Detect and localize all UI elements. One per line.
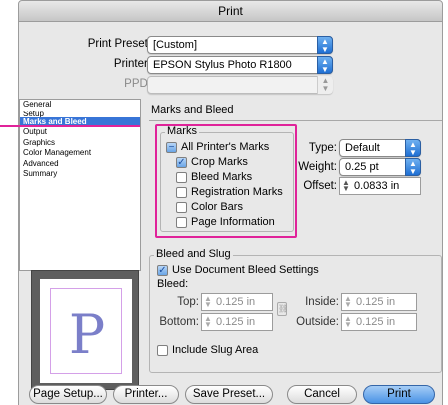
- popup-arrows-icon: ▲ ▼: [405, 139, 421, 157]
- print-button[interactable]: Print: [363, 385, 435, 404]
- window-title: Print: [18, 0, 443, 22]
- print-dialog: Print Preset: [Custom] ▲ ▼ Printer: EPSON…: [18, 22, 443, 405]
- preview-trim-box: P: [50, 288, 122, 374]
- print-preset-value: [Custom]: [153, 39, 198, 51]
- callout-line: [0, 125, 140, 127]
- sidebar-item-summary[interactable]: Summary: [20, 169, 140, 180]
- ppd-popup[interactable]: ▲ ▼: [147, 76, 333, 94]
- sidebar-item-output[interactable]: Output: [20, 127, 140, 138]
- weight-value: 0.25 pt: [345, 161, 379, 173]
- include-slug-label: Include Slug Area: [172, 344, 259, 356]
- offset-field[interactable]: ▲ ▼ 0.0833 in: [339, 177, 421, 195]
- stepper-icon[interactable]: ▲ ▼: [344, 315, 352, 329]
- bleed-bottom-value: 0.125 in: [216, 316, 256, 328]
- printer-popup[interactable]: EPSON Stylus Photo R1800 ▲ ▼: [147, 56, 333, 74]
- printer-button[interactable]: Printer...: [113, 385, 179, 404]
- bleed-outside-value: 0.125 in: [356, 316, 396, 328]
- page-setup-button[interactable]: Page Setup...: [29, 385, 107, 404]
- popup-arrows-icon: ▲ ▼: [405, 158, 421, 176]
- popup-arrows-icon: ▲ ▼: [317, 56, 333, 74]
- bleed-inside-label: Inside:: [305, 296, 339, 308]
- weight-label: Weight:: [298, 161, 337, 173]
- stepper-icon[interactable]: ▲ ▼: [344, 295, 352, 309]
- offset-label: Offset:: [303, 180, 337, 192]
- use-document-bleed-label: Use Document Bleed Settings: [172, 264, 319, 276]
- panel-divider: [149, 120, 442, 121]
- include-slug-checkbox[interactable]: Include Slug Area: [157, 344, 258, 356]
- weight-popup[interactable]: 0.25 pt ▲ ▼: [339, 158, 421, 176]
- sidebar-item-advanced[interactable]: Advanced: [20, 159, 140, 170]
- cancel-button[interactable]: Cancel: [287, 385, 357, 404]
- bleed-top-label: Top:: [177, 296, 199, 308]
- printer-value: EPSON Stylus Photo R1800: [153, 59, 292, 71]
- bleed-top-value: 0.125 in: [216, 296, 256, 308]
- page-preview: P: [31, 270, 139, 390]
- checkmark-icon: ✓: [157, 264, 168, 276]
- use-document-bleed-checkbox[interactable]: ✓ Use Document Bleed Settings: [157, 264, 319, 276]
- stepper-icon[interactable]: ▲ ▼: [342, 179, 350, 193]
- bleed-outside-label: Outside:: [296, 316, 339, 328]
- chain-link-icon[interactable]: ⛓: [277, 302, 288, 316]
- sidebar-item-color-management[interactable]: Color Management: [20, 148, 140, 159]
- print-preset-popup[interactable]: [Custom] ▲ ▼: [147, 36, 333, 54]
- type-value: Default: [345, 142, 380, 154]
- save-preset-button[interactable]: Save Preset...: [185, 385, 273, 404]
- bleed-inside-field[interactable]: ▲ ▼ 0.125 in: [341, 293, 417, 311]
- preview-glyph: P: [68, 303, 106, 366]
- popup-arrows-icon: ▲ ▼: [317, 76, 333, 94]
- bleed-bottom-label: Bottom:: [159, 316, 199, 328]
- checkbox-empty-icon: [157, 344, 168, 356]
- sidebar-item-graphics[interactable]: Graphics: [20, 138, 140, 149]
- bleed-outside-field[interactable]: ▲ ▼ 0.125 in: [341, 313, 417, 331]
- popup-arrows-icon: ▲ ▼: [317, 36, 333, 54]
- bleed-bottom-field[interactable]: ▲ ▼ 0.125 in: [201, 313, 273, 331]
- offset-value: 0.0833 in: [354, 180, 400, 192]
- preview-paper: P: [40, 279, 132, 383]
- bleed-top-field[interactable]: ▲ ▼ 0.125 in: [201, 293, 273, 311]
- sidebar-item-general[interactable]: General: [20, 100, 140, 111]
- panel-title: Marks and Bleed: [151, 104, 234, 116]
- highlight-box: [155, 124, 297, 238]
- bleed-inside-value: 0.125 in: [356, 296, 396, 308]
- bleed-and-slug-label: Bleed and Slug: [154, 248, 233, 260]
- type-popup[interactable]: Default ▲ ▼: [339, 139, 421, 157]
- stepper-icon[interactable]: ▲ ▼: [204, 295, 212, 309]
- print-preset-label: Print Preset:: [87, 38, 151, 50]
- type-label: Type:: [308, 142, 337, 154]
- stepper-icon[interactable]: ▲ ▼: [204, 315, 212, 329]
- ppd-label: PPD:: [124, 78, 151, 90]
- bleed-label: Bleed:: [157, 278, 189, 290]
- printer-label: Printer:: [113, 58, 151, 70]
